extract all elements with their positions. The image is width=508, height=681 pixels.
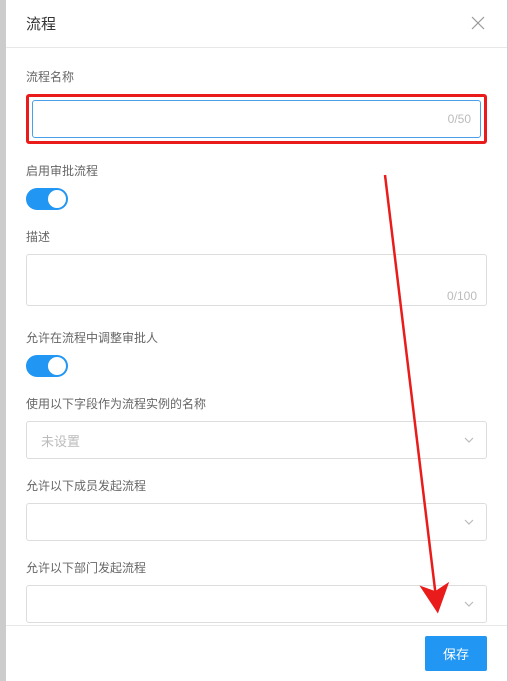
- name-input[interactable]: [32, 100, 481, 138]
- allow-adjust-label: 允许在流程中调整审批人: [26, 329, 487, 346]
- field-instance-name: 使用以下字段作为流程实例的名称 未设置: [26, 395, 487, 459]
- close-button[interactable]: [471, 16, 487, 32]
- chevron-down-icon: [464, 601, 474, 607]
- enable-approval-label: 启用审批流程: [26, 162, 487, 179]
- chevron-down-icon: [464, 519, 474, 525]
- modal-dialog: 流程 流程名称 0/50 启用审批流程 描述 0/100: [6, 0, 507, 681]
- name-char-count: 0/50: [448, 112, 471, 126]
- allow-members-label: 允许以下成员发起流程: [26, 477, 487, 494]
- allow-departments-label: 允许以下部门发起流程: [26, 559, 487, 576]
- name-highlight: 0/50: [26, 94, 487, 144]
- description-wrap: 0/100: [26, 254, 487, 311]
- modal-title: 流程: [26, 13, 56, 34]
- close-icon: [471, 16, 485, 30]
- enable-approval-toggle[interactable]: [26, 188, 68, 210]
- field-allow-departments: 允许以下部门发起流程: [26, 559, 487, 623]
- field-allow-members: 允许以下成员发起流程: [26, 477, 487, 541]
- instance-name-select[interactable]: 未设置: [26, 421, 487, 459]
- name-input-wrap: 0/50: [32, 100, 481, 138]
- instance-name-label: 使用以下字段作为流程实例的名称: [26, 395, 487, 412]
- allow-members-select[interactable]: [26, 503, 487, 541]
- field-name: 流程名称 0/50: [26, 68, 487, 144]
- chevron-down-icon: [464, 437, 474, 443]
- allow-adjust-toggle[interactable]: [26, 355, 68, 377]
- description-label: 描述: [26, 228, 487, 245]
- description-input[interactable]: [26, 254, 487, 306]
- description-char-count: 0/100: [447, 289, 477, 303]
- modal-header: 流程: [6, 0, 507, 48]
- field-description: 描述 0/100: [26, 228, 487, 311]
- save-button[interactable]: 保存: [425, 636, 487, 671]
- field-allow-adjust: 允许在流程中调整审批人: [26, 329, 487, 377]
- modal-body: 流程名称 0/50 启用审批流程 描述 0/100 允许在流程中调整审批人: [6, 48, 507, 625]
- instance-name-placeholder: 未设置: [41, 431, 80, 450]
- field-enable-approval: 启用审批流程: [26, 162, 487, 210]
- name-label: 流程名称: [26, 68, 487, 85]
- allow-departments-select[interactable]: [26, 585, 487, 623]
- modal-footer: 保存: [6, 625, 507, 681]
